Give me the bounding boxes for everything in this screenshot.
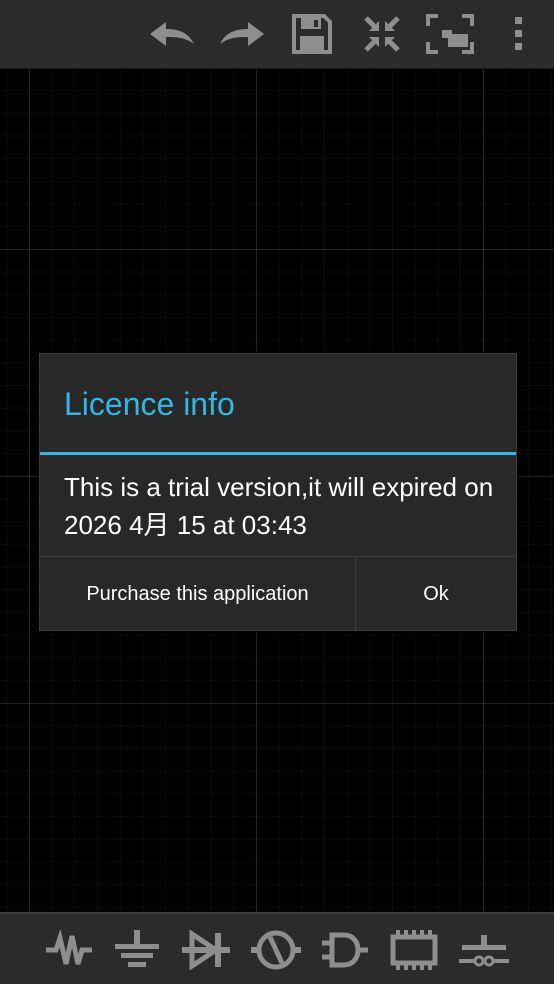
purchase-button[interactable]: Purchase this application: [40, 557, 356, 631]
component-toolbar: [0, 912, 554, 984]
licence-dialog: Licence info This is a trial version,it …: [39, 353, 517, 631]
top-toolbar: [0, 0, 554, 69]
diode-icon[interactable]: [181, 926, 233, 974]
ground-icon[interactable]: [111, 926, 163, 974]
dialog-title: Licence info: [64, 386, 235, 422]
resistor-icon[interactable]: [43, 926, 95, 974]
switch-icon[interactable]: [458, 926, 510, 974]
dialog-button-bar: Purchase this application Ok: [40, 556, 516, 631]
undo-icon[interactable]: [148, 10, 196, 58]
save-icon[interactable]: [288, 10, 336, 58]
schematic-canvas[interactable]: Licence info This is a trial version,it …: [0, 0, 554, 984]
exit-fullscreen-icon[interactable]: [358, 10, 406, 58]
overflow-menu-icon[interactable]: [494, 10, 542, 58]
chip-icon[interactable]: [389, 926, 441, 974]
logic-gate-icon[interactable]: [319, 926, 371, 974]
fit-screen-icon[interactable]: [426, 10, 474, 58]
dialog-message: This is a trial version,it will expired …: [64, 472, 494, 540]
redo-icon[interactable]: [218, 10, 266, 58]
source-icon[interactable]: [250, 926, 302, 974]
dialog-title-divider: [40, 452, 516, 455]
ok-button[interactable]: Ok: [356, 557, 516, 631]
